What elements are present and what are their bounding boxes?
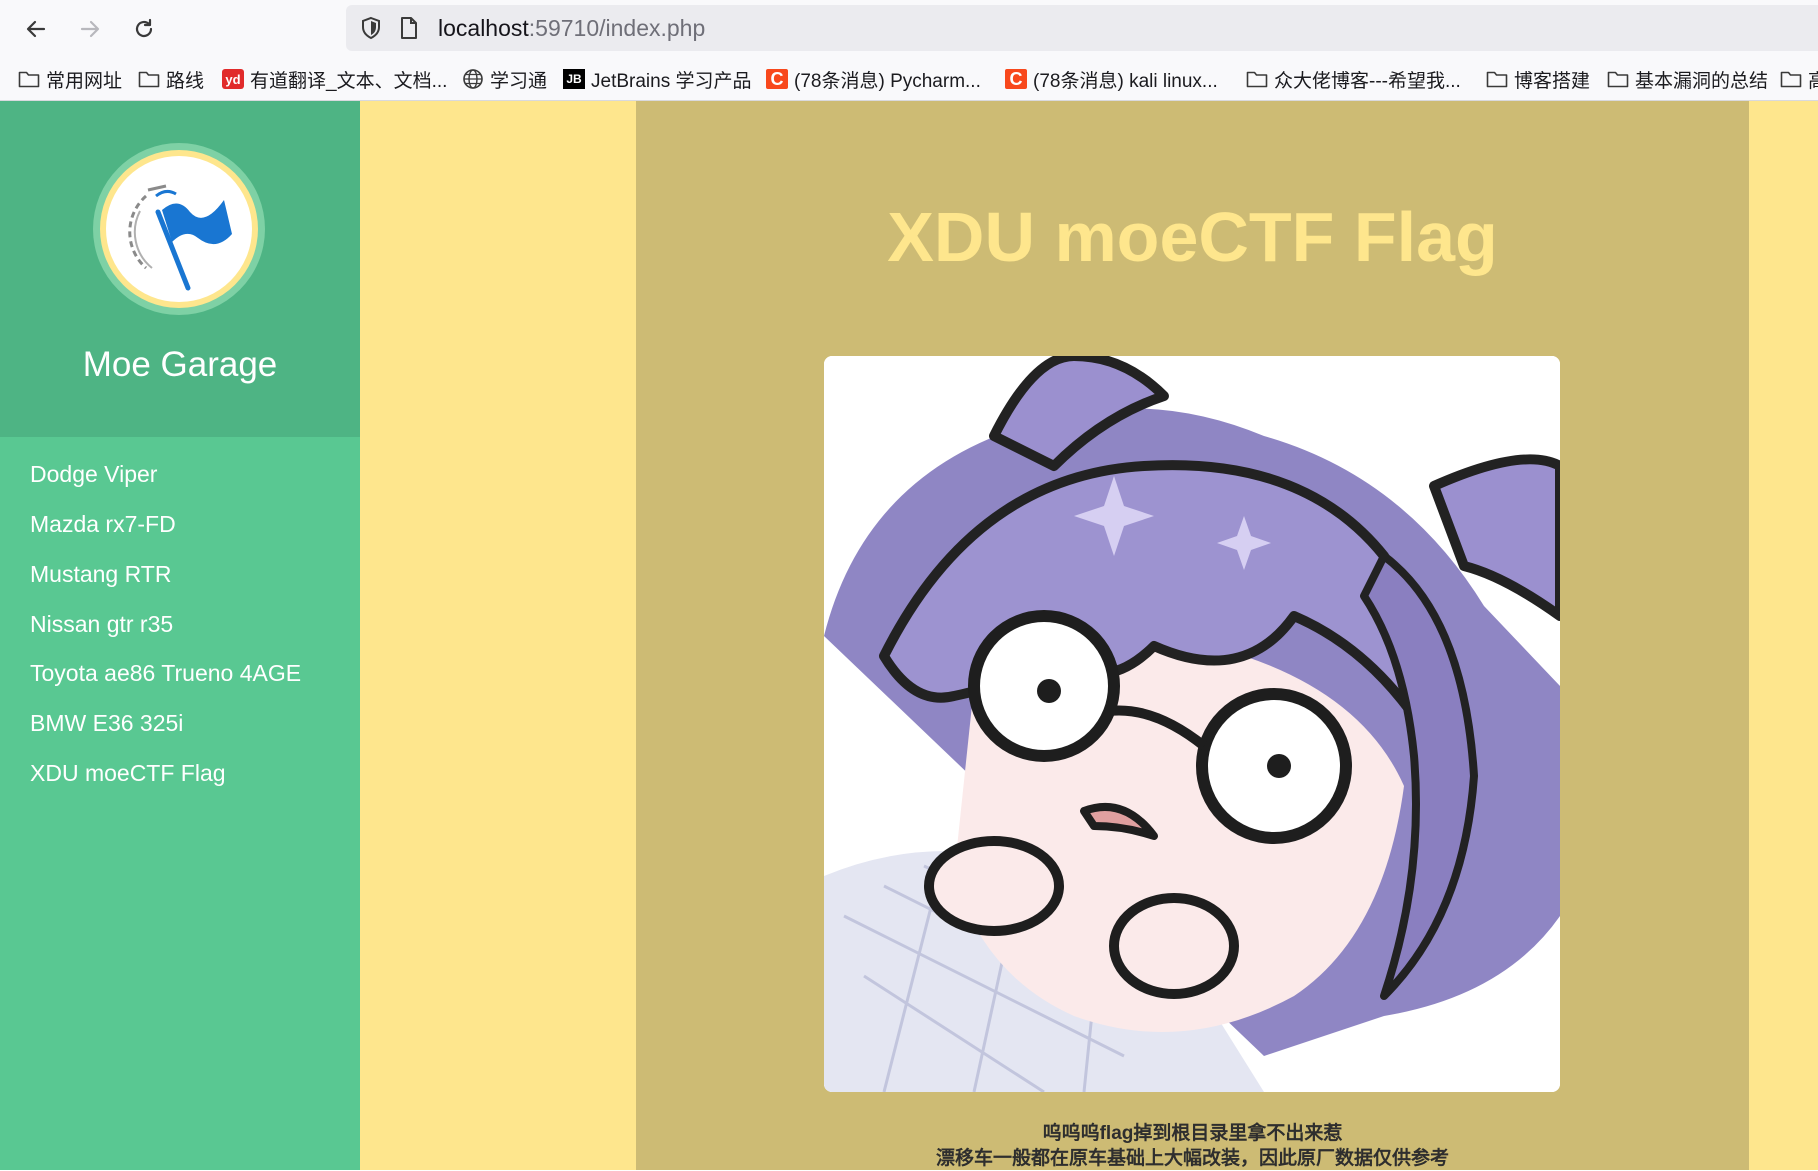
jetbrains-icon: JB xyxy=(563,69,585,89)
folder-icon xyxy=(138,69,160,89)
url-path: :59710/index.php xyxy=(528,15,706,41)
sidebar: Moe Garage Dodge Viper Mazda rx7-FD Must… xyxy=(0,101,360,1170)
page-icon xyxy=(401,17,417,39)
bookmark-item[interactable]: 基本漏洞的总结 xyxy=(1607,66,1768,92)
bookmark-item[interactable]: yd 有道翻译_文本、文档... xyxy=(222,66,447,92)
bookmark-item[interactable]: 学习通 xyxy=(462,66,547,92)
logo-core xyxy=(106,156,252,302)
folder-icon xyxy=(1486,69,1508,89)
bookmark-label: 博客搭建 xyxy=(1514,70,1591,92)
bookmarks-bar: 常用网址 路线 yd 有道翻译_文本、文档... 学习通 JB JetBrain… xyxy=(0,58,1818,101)
bookmark-item[interactable]: 博客搭建 xyxy=(1486,66,1590,92)
bookmark-label: 基本漏洞的总结 xyxy=(1635,70,1769,92)
page-heading: XDU moeCTF Flag xyxy=(887,198,1498,276)
bookmark-label: 众大佬博客---希望我... xyxy=(1274,70,1461,92)
bookmark-label: 学习通 xyxy=(490,70,548,92)
forward-button[interactable] xyxy=(72,12,108,46)
anime-girl-illustration xyxy=(824,356,1560,1092)
nav-item-mazda-rx7[interactable]: Mazda rx7-FD xyxy=(30,511,176,538)
bookmark-item[interactable]: 路线 xyxy=(138,66,204,92)
url-host: localhost xyxy=(438,15,529,41)
nav-item-nissan-gtr[interactable]: Nissan gtr r35 xyxy=(30,611,173,638)
nav-item-moectf-flag[interactable]: XDU moeCTF Flag xyxy=(30,760,226,787)
page-caption: 呜呜呜flag掉到根目录里拿不出来惹 漂移车一般都在原车基础上大幅改装，因此原厂… xyxy=(636,1121,1749,1171)
browser-toolbar: localhost:59710/index.php xyxy=(0,0,1818,58)
caption-line-1: 呜呜呜flag掉到根目录里拿不出来惹 xyxy=(1042,1123,1343,1144)
bookmark-label: (78条消息) Pycharm... xyxy=(794,70,981,92)
bookmark-item[interactable]: C (78条消息) Pycharm... xyxy=(766,66,981,92)
arrow-left-icon xyxy=(26,20,46,38)
folder-icon xyxy=(1246,69,1268,89)
csdn-icon: C xyxy=(766,69,788,89)
folder-icon xyxy=(1780,69,1802,89)
shield-icon[interactable] xyxy=(360,16,382,40)
bookmark-item[interactable]: 众大佬博客---希望我... xyxy=(1246,66,1461,92)
site-title[interactable]: Moe Garage xyxy=(0,345,360,385)
nav-item-toyota-ae86[interactable]: Toyota ae86 Trueno 4AGE xyxy=(30,660,301,687)
bookmark-item[interactable]: C (78条消息) kali linux... xyxy=(1005,66,1218,92)
address-bar[interactable]: localhost:59710/index.php xyxy=(346,5,1818,51)
arrow-right-icon xyxy=(80,20,100,38)
bookmark-label: (78条消息) kali linux... xyxy=(1033,70,1218,92)
url-text: localhost:59710/index.php xyxy=(438,15,705,42)
reload-icon xyxy=(135,18,153,38)
sidebar-header: Moe Garage xyxy=(0,101,360,437)
nav-item-bmw-e36[interactable]: BMW E36 325i xyxy=(30,710,183,737)
reload-button[interactable] xyxy=(126,12,162,46)
site-logo[interactable] xyxy=(93,143,265,315)
youdao-icon: yd xyxy=(222,69,244,89)
page: Moe Garage Dodge Viper Mazda rx7-FD Must… xyxy=(0,101,1818,1170)
nav-item-dodge-viper[interactable]: Dodge Viper xyxy=(30,461,157,488)
csdn-icon: C xyxy=(1005,69,1027,89)
bookmark-label: 有道翻译_文本、文档... xyxy=(250,70,448,92)
nav-item-mustang-rtr[interactable]: Mustang RTR xyxy=(30,561,171,588)
bookmark-item[interactable]: JB JetBrains 学习产品 xyxy=(563,66,751,92)
bookmark-label: 常用网址 xyxy=(46,70,123,92)
logo-ring xyxy=(100,150,258,308)
back-button[interactable] xyxy=(18,12,54,46)
flag-icon xyxy=(128,184,232,291)
caption-line-2: 漂移车一般都在原车基础上大幅改装，因此原厂数据仅供参考 xyxy=(935,1148,1449,1169)
bookmark-label: JetBrains 学习产品 xyxy=(591,70,752,92)
bookmark-label: 高 xyxy=(1808,66,1818,93)
bookmark-label: 路线 xyxy=(166,70,205,92)
globe-icon xyxy=(462,69,484,89)
folder-icon xyxy=(1607,69,1629,89)
bookmark-item[interactable]: 常用网址 xyxy=(18,66,122,92)
anime-girl-image xyxy=(824,356,1560,1092)
bookmark-item[interactable]: 高 xyxy=(1780,66,1818,92)
folder-icon xyxy=(18,69,40,89)
main-content: XDU moeCTF Flag 呜呜呜flag掉到根目录里拿不出来惹 漂移车一般… xyxy=(636,101,1749,1170)
